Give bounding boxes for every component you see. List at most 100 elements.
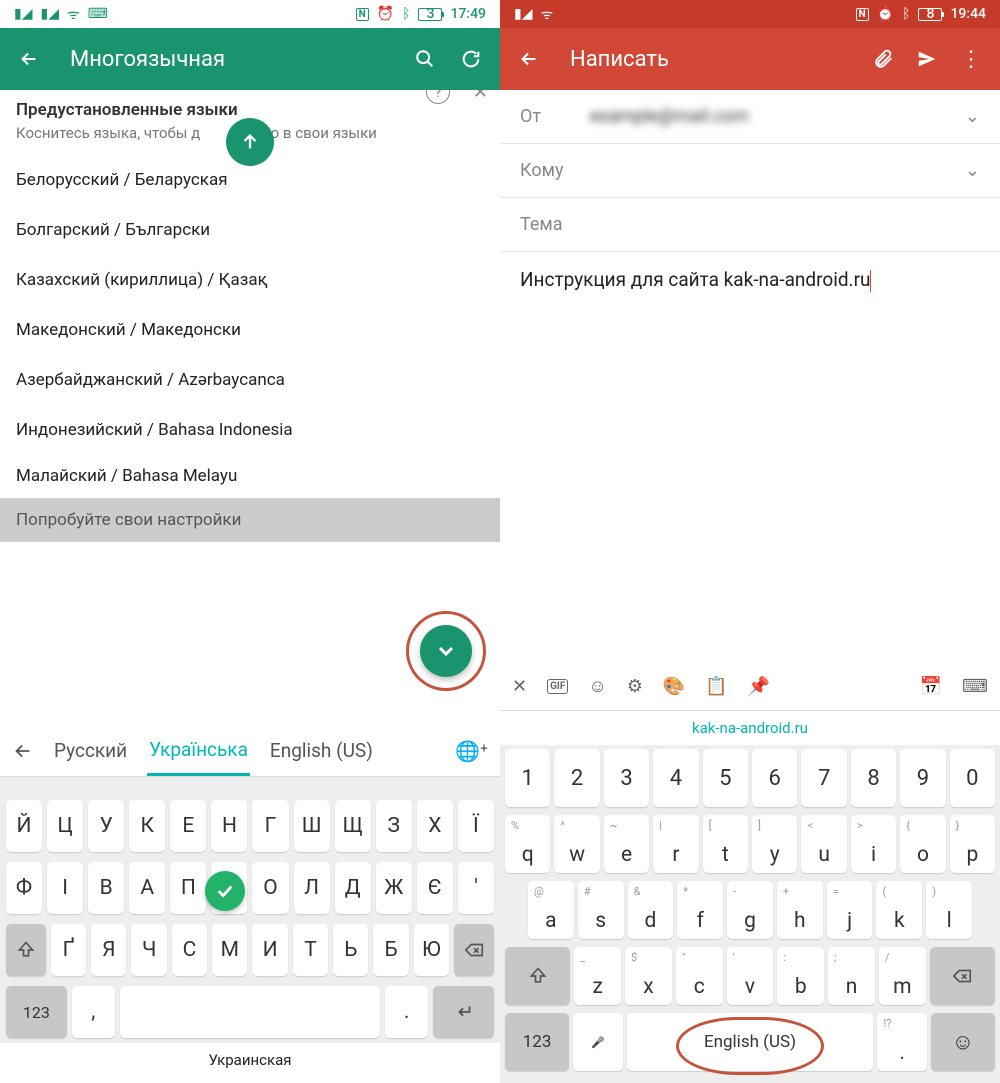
kb-tab-uk[interactable]: Українська <box>147 726 250 776</box>
key[interactable]: В <box>88 862 124 914</box>
key[interactable]: Ж <box>376 862 412 914</box>
key[interactable]: 2 <box>554 749 599 807</box>
key[interactable]: Т <box>293 924 328 976</box>
key[interactable]: <u <box>801 815 846 873</box>
language-list[interactable]: Белорусский / Беларуская Болгарский / Бъ… <box>0 156 500 498</box>
key[interactable]: #s <box>578 881 624 939</box>
expand-fab[interactable] <box>420 625 472 677</box>
lang-item[interactable]: Болгарский / Български <box>0 206 500 256</box>
key[interactable]: Я <box>91 924 126 976</box>
key[interactable]: Е <box>170 800 206 852</box>
key[interactable]: {o <box>900 815 945 873</box>
key[interactable]: +h <box>777 881 823 939</box>
backspace-key[interactable] <box>454 924 494 976</box>
to-row[interactable]: Кому ⌄ <box>500 144 1000 198</box>
key[interactable]: 4 <box>653 749 698 807</box>
lang-item[interactable]: Индонезийский / Bahasa Indonesia <box>0 406 500 456</box>
key[interactable]: ^w <box>554 815 599 873</box>
enter-key[interactable] <box>433 986 494 1038</box>
key[interactable]: Г <box>252 800 288 852</box>
key[interactable]: Х <box>417 800 453 852</box>
key[interactable]: М <box>212 924 247 976</box>
key[interactable]: /m <box>879 947 926 1005</box>
key[interactable]: Ч <box>131 924 166 976</box>
key[interactable]: Д <box>335 862 371 914</box>
key[interactable]: П <box>170 862 206 914</box>
key[interactable]: З <box>376 800 412 852</box>
key[interactable]: И <box>252 924 287 976</box>
key[interactable]: }p <box>950 815 995 873</box>
dot-key[interactable]: . <box>385 986 428 1038</box>
key[interactable]: *f <box>677 881 723 939</box>
key[interactable]: Л <box>294 862 330 914</box>
key[interactable]: А <box>129 862 165 914</box>
key[interactable]: [t <box>703 815 748 873</box>
key[interactable]: (k <box>876 881 922 939</box>
key[interactable]: Н <box>211 800 247 852</box>
try-settings-bar[interactable]: Попробуйте свои настройки <box>0 498 500 542</box>
key[interactable]: _z <box>574 947 621 1005</box>
key[interactable]: |r <box>653 815 698 873</box>
apply-checkmark-fab[interactable] <box>205 871 245 911</box>
from-row[interactable]: От example@mail.com ⌄ <box>500 90 1000 144</box>
key[interactable]: Ї <box>458 800 494 852</box>
scroll-up-fab[interactable] <box>226 118 274 166</box>
gif-icon[interactable]: GIF <box>547 679 568 694</box>
numbers-key[interactable]: 123 <box>6 986 67 1038</box>
key[interactable]: 1 <box>505 749 550 807</box>
key[interactable]: 3 <box>604 749 649 807</box>
keyboard[interactable]: ✕ GIF ☺ ⚙ 🎨 📋 📌 📅 ⌨ kak-na-android.ru 12… <box>500 663 1000 1083</box>
key[interactable]: &d <box>628 881 674 939</box>
key[interactable]: >i <box>851 815 896 873</box>
key[interactable]: 'v <box>727 947 774 1005</box>
palette-icon[interactable]: 🎨 <box>663 676 685 697</box>
dot-key[interactable]: !?. <box>877 1013 926 1071</box>
mic-key[interactable]: 🎤 <box>573 1013 622 1071</box>
key[interactable]: @a <box>528 881 574 939</box>
key[interactable]: =j <box>827 881 873 939</box>
close-icon[interactable]: ✕ <box>512 676 527 697</box>
suggestion[interactable]: kak-na-android.ru <box>500 711 1000 745</box>
gear-icon[interactable]: ⚙ <box>627 676 643 697</box>
keyboard-icon[interactable]: ⌨ <box>962 676 988 697</box>
key[interactable]: Ь <box>333 924 368 976</box>
close-icon[interactable]: ✕ <box>473 90 488 103</box>
key[interactable]: С <box>172 924 207 976</box>
key[interactable]: ;n <box>828 947 875 1005</box>
key[interactable]: Щ <box>335 800 371 852</box>
key[interactable]: Ц <box>47 800 83 852</box>
key[interactable]: $x <box>625 947 672 1005</box>
more-icon[interactable]: ⋮ <box>960 47 982 72</box>
key[interactable]: 9 <box>900 749 945 807</box>
key[interactable]: Ґ <box>51 924 86 976</box>
lang-item[interactable]: Македонский / Македонски <box>0 306 500 356</box>
key[interactable]: %q <box>505 815 550 873</box>
key[interactable]: 5 <box>703 749 748 807</box>
globe-icon[interactable]: 🌐⁺ <box>455 739 488 763</box>
key[interactable]: 6 <box>752 749 797 807</box>
key[interactable]: У <box>88 800 124 852</box>
chevron-down-icon[interactable]: ⌄ <box>965 106 980 127</box>
subject-row[interactable]: Тема <box>500 198 1000 252</box>
lang-item[interactable]: Казахский (кириллица) / Қазақ <box>0 256 500 306</box>
key[interactable]: Ш <box>294 800 330 852</box>
refresh-icon[interactable] <box>460 48 482 70</box>
clipboard-icon[interactable]: 📋 <box>705 676 727 697</box>
key[interactable]: :b <box>777 947 824 1005</box>
key[interactable]: -g <box>727 881 773 939</box>
back-icon[interactable] <box>18 48 40 70</box>
pin-icon[interactable]: 📌 <box>748 676 770 697</box>
content-area[interactable]: Предустановленные языки ? ✕ Коснитесь яз… <box>0 90 500 725</box>
attach-icon[interactable] <box>872 48 894 70</box>
key[interactable]: "c <box>676 947 723 1005</box>
key[interactable]: ~e <box>604 815 649 873</box>
key[interactable]: К <box>129 800 165 852</box>
key[interactable]: 8 <box>851 749 896 807</box>
kb-back-icon[interactable] <box>12 740 34 762</box>
comma-key[interactable]: , <box>72 986 115 1038</box>
numbers-key[interactable]: 123 <box>505 1013 569 1071</box>
key[interactable]: 0 <box>950 749 995 807</box>
lang-item[interactable]: Малайский / Bahasa Melayu <box>0 456 500 498</box>
key[interactable]: Б <box>373 924 408 976</box>
keyboard[interactable]: Русский Українська English (US) 🌐⁺ ЙЦУКЕ… <box>0 725 500 1083</box>
